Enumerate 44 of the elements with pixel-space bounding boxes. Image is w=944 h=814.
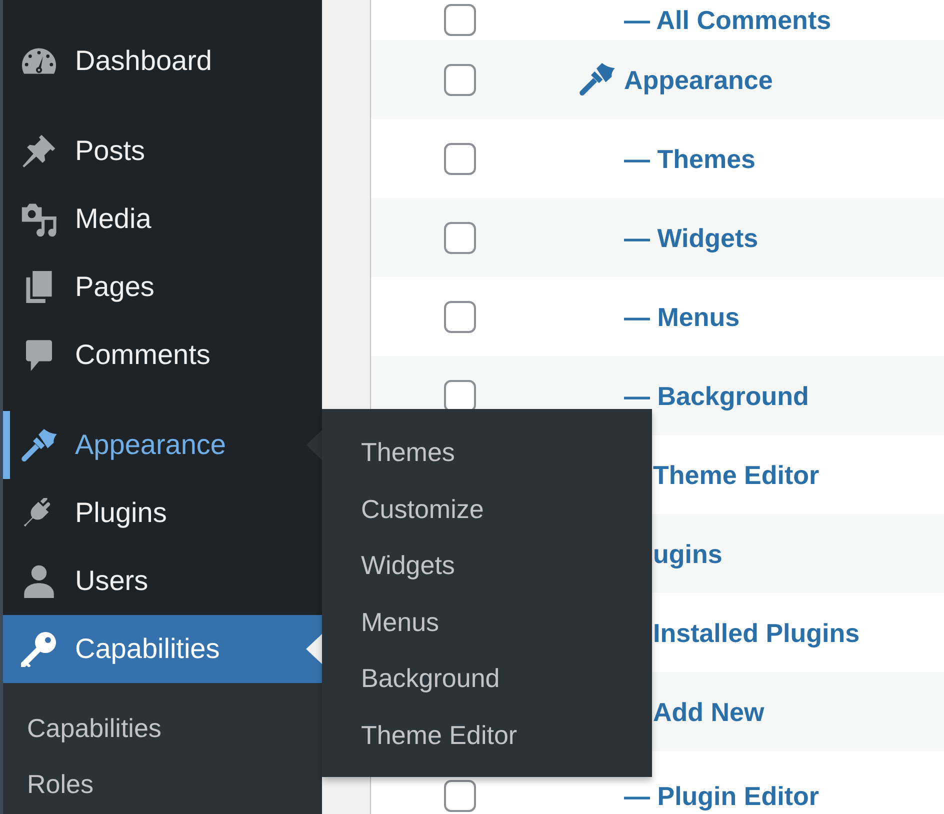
menu-link[interactable]: — All Comments (624, 7, 832, 33)
checkbox[interactable] (444, 142, 476, 174)
current-page-pointer-icon (306, 634, 322, 664)
checkbox[interactable] (444, 4, 476, 36)
paintbrush-icon (578, 63, 615, 96)
camera-music-icon (20, 201, 56, 237)
sidebar-item[interactable]: Dashboard (3, 27, 322, 95)
user-icon (24, 564, 54, 598)
sidebar-item[interactable]: Comments (3, 321, 322, 389)
menu-link[interactable]: — Background (624, 382, 809, 408)
menu-link[interactable]: — Menus (624, 304, 740, 330)
gauge-icon (22, 48, 56, 74)
pushpin-icon (22, 134, 56, 168)
submenu-item[interactable]: Capabilities (3, 700, 322, 756)
sidebar-item[interactable]: Users (3, 547, 322, 615)
flyout-menu-item[interactable]: Widgets (322, 537, 652, 594)
paintbrush-icon (20, 428, 57, 462)
speech-bubble-icon (26, 340, 52, 370)
documents-icon (26, 271, 52, 303)
sidebar-item[interactable]: Media (3, 185, 322, 253)
submenu-item[interactable]: Roles (3, 756, 322, 812)
key-icon (21, 632, 56, 666)
checkbox[interactable] (444, 780, 476, 812)
flyout-menu-item[interactable]: Customize (322, 480, 652, 537)
menu-link[interactable]: ugins (653, 540, 722, 566)
flyout-menu-item[interactable]: Theme Editor (322, 706, 652, 763)
menu-link[interactable]: Add New (653, 698, 764, 724)
flyout-menu-item[interactable]: Menus (322, 594, 652, 650)
sidebar-item[interactable]: Pages (3, 253, 322, 321)
menu-link[interactable]: Appearance (624, 66, 773, 92)
checkbox[interactable] (444, 222, 476, 254)
sidebar-item[interactable]: Posts (3, 117, 322, 185)
checkbox[interactable] (444, 64, 476, 96)
menu-link[interactable]: Installed Plugins (653, 620, 860, 646)
sidebar-item[interactable]: Plugins (3, 479, 322, 547)
flyout-menu-item[interactable]: Themes (322, 424, 652, 480)
menu-link[interactable]: — Plugin Editor (624, 783, 819, 809)
sidebar-item[interactable]: Capabilities (3, 615, 322, 683)
menu-link[interactable]: — Themes (624, 146, 756, 172)
menu-link[interactable]: Theme Editor (653, 462, 820, 488)
checkbox[interactable] (444, 380, 476, 412)
menu-link[interactable]: — Widgets (624, 224, 758, 250)
checkbox[interactable] (444, 300, 476, 332)
flyout-menu-item[interactable]: Background (322, 650, 652, 706)
